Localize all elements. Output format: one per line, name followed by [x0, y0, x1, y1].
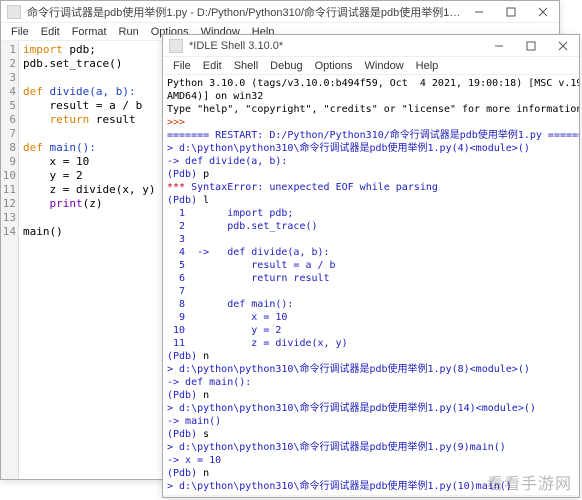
line-number: 8: [1, 141, 16, 155]
close-button[interactable]: [527, 1, 559, 23]
restart-banner: ======= RESTART: D:/Python/Python310/命令行…: [167, 130, 579, 141]
line-number: 11: [1, 183, 16, 197]
idle-app-icon: [7, 5, 21, 19]
shell-output[interactable]: Python 3.10.0 (tags/v3.10.0:b494f59, Oct…: [163, 75, 579, 495]
idle-app-icon: [169, 39, 183, 53]
line-number: 9: [1, 155, 16, 169]
shell-prompt: >>>: [167, 117, 185, 128]
line-number: 1: [1, 43, 16, 57]
minimize-button[interactable]: [463, 1, 495, 23]
watermark-text: 看看手游网: [487, 470, 572, 494]
line-number: 2: [1, 57, 16, 71]
maximize-button[interactable]: [495, 1, 527, 23]
menu-debug[interactable]: Debug: [264, 60, 308, 72]
menu-shell[interactable]: Shell: [228, 60, 264, 72]
minimize-button[interactable]: [483, 35, 515, 57]
editor-titlebar[interactable]: 命令行调试器是pdb使用举例1.py - D:/Python/Python310…: [1, 1, 559, 23]
line-number-gutter: 1 2 3 4 5 6 7 8 9 10 11 12 13 14: [1, 41, 19, 479]
menu-file[interactable]: File: [167, 60, 197, 72]
editor-title: 命令行调试器是pdb使用举例1.py - D:/Python/Python310…: [27, 4, 463, 20]
menu-window[interactable]: Window: [359, 60, 410, 72]
shell-window-controls: [483, 35, 579, 57]
menu-edit[interactable]: Edit: [35, 26, 66, 38]
line-number: 10: [1, 169, 16, 183]
shell-titlebar[interactable]: *IDLE Shell 3.10.0*: [163, 35, 579, 57]
line-number: 3: [1, 71, 16, 85]
line-number: 14: [1, 225, 16, 239]
line-number: 6: [1, 113, 16, 127]
menu-format[interactable]: Format: [66, 26, 113, 38]
resize-area[interactable]: [163, 495, 579, 497]
menu-run[interactable]: Run: [113, 26, 145, 38]
line-number: 12: [1, 197, 16, 211]
close-button[interactable]: [547, 35, 579, 57]
menu-file[interactable]: File: [5, 26, 35, 38]
maximize-button[interactable]: [515, 35, 547, 57]
menu-edit[interactable]: Edit: [197, 60, 228, 72]
menu-options[interactable]: Options: [309, 60, 359, 72]
line-number: 5: [1, 99, 16, 113]
shell-menubar: File Edit Shell Debug Options Window Hel…: [163, 57, 579, 75]
shell-window: *IDLE Shell 3.10.0* File Edit Shell Debu…: [162, 34, 580, 498]
menu-help[interactable]: Help: [410, 60, 445, 72]
line-number: 7: [1, 127, 16, 141]
line-number: 13: [1, 211, 16, 225]
line-number: 4: [1, 85, 16, 99]
editor-window-controls: [463, 1, 559, 23]
shell-title: *IDLE Shell 3.10.0*: [189, 40, 483, 52]
